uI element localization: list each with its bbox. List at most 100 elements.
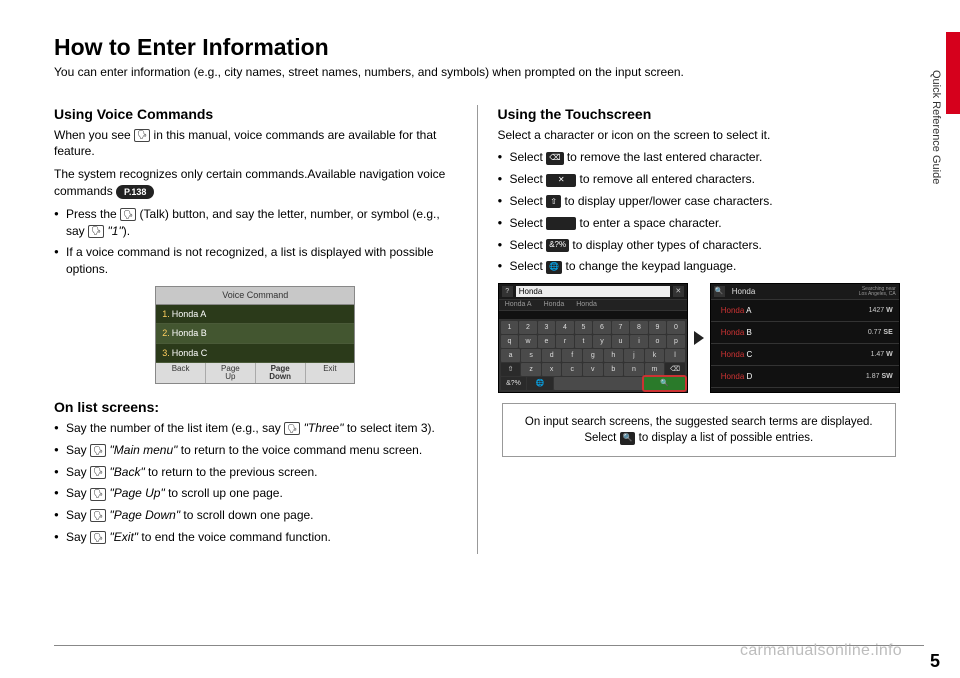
talk-icon: 🗣 [90,444,106,457]
talk-icon: 🗣 [284,422,300,435]
kb-key: x [542,363,562,376]
kb-key: v [583,363,603,376]
suggestion: Honda [544,300,565,310]
kb-key: a [501,349,521,362]
symbols-icon: &?% [546,239,569,252]
vc-row: 1.Honda A [156,305,354,325]
list-bullet-6: Say 🗣 "Exit" to end the voice command fu… [54,529,457,546]
results-screenshot: 🔍 Honda Searching near Los Angeles, CA H… [710,283,900,393]
location-label: Searching near Los Angeles, CA [859,287,896,297]
talk-icon: 🗣 [120,208,136,221]
suggestion: Honda A [505,300,532,310]
touch-bullet-5: Select &?% to display other types of cha… [498,237,901,254]
talk-icon: 🗣 [88,225,104,238]
kb-key: s [521,349,541,362]
voice-bullet-2: If a voice command is not recognized, a … [54,244,457,278]
right-column: Using the Touchscreen Select a character… [478,105,901,554]
touch-bullet-4: Select to enter a space character. [498,215,901,232]
vc-title: Voice Command [156,287,354,305]
keyboard-screenshot: ? Honda ✕ Honda A Honda Honda 1234567890… [498,283,688,393]
kb-key: e [538,335,556,348]
kb-key: 4 [556,321,574,334]
search-value: Honda [728,286,856,297]
page-intro: You can enter information (e.g., city na… [54,65,900,79]
space-icon [546,217,576,230]
vc-foot-back: Back [156,363,206,383]
kb-key: h [604,349,624,362]
voice-para2: The system recognizes only certain comma… [54,166,457,200]
result-row: Honda C1.47 W [711,344,899,366]
vc-row: 3.Honda C [156,344,354,364]
voice-bullet-1: Press the 🗣 (Talk) button, and say the l… [54,206,457,240]
page-ref-icon: P.138 [116,185,154,200]
voice-command-screenshot: Voice Command 1.Honda A 2.Honda B 3.Hond… [155,286,355,384]
touch-bullet-3: Select ⇧ to display upper/lower case cha… [498,193,901,210]
kb-key: r [556,335,574,348]
kb-key: l [665,349,685,362]
kb-key: 🌐 [527,377,553,390]
search-input: Honda [516,286,670,297]
kb-key: c [562,363,582,376]
kb-key: 5 [575,321,593,334]
shift-icon: ⇧ [546,195,561,208]
heading-list: On list screens: [54,398,457,418]
kb-key: ⇧ [501,363,521,376]
watermark: carmanualsonline.info [740,642,902,660]
side-red-tab [946,32,960,114]
kb-key: 3 [538,321,556,334]
keyboard: 1234567890 qwertyuiop asdfghjkl ⇧zxcvbnm… [499,319,687,392]
result-row: Honda B0.77 SE [711,322,899,344]
list-bullet-5: Say 🗣 "Page Down" to scroll down one pag… [54,507,457,524]
kb-key: j [624,349,644,362]
kb-key: 6 [593,321,611,334]
voice-para1: When you see 🗣 in this manual, voice com… [54,127,457,161]
kb-key: i [630,335,648,348]
page-title: How to Enter Information [54,34,900,61]
kb-key [554,377,643,390]
heading-voice: Using Voice Commands [54,105,457,125]
globe-icon: 🌐 [546,261,562,274]
kb-search-key: 🔍 [644,377,685,390]
kb-key: o [649,335,667,348]
kb-key: t [575,335,593,348]
touch-bullet-6: Select 🌐 to change the keypad language. [498,258,901,275]
talk-icon: 🗣 [90,531,106,544]
kb-key: 2 [519,321,537,334]
touch-para1: Select a character or icon on the screen… [498,127,901,144]
kb-key: f [562,349,582,362]
talk-icon: 🗣 [90,466,106,479]
arrow-icon [694,331,704,345]
list-bullet-3: Say 🗣 "Back" to return to the previous s… [54,464,457,481]
talk-icon: 🗣 [90,509,106,522]
result-row: Honda A1427 W [711,300,899,322]
search-icon: 🔍 [714,286,725,297]
vc-foot-exit: Exit [306,363,355,383]
vc-row: 2.Honda B [156,324,354,344]
kb-key: y [593,335,611,348]
kb-key: 0 [667,321,685,334]
kb-key: 1 [501,321,519,334]
suggestion: Honda [576,300,597,310]
list-bullet-4: Say 🗣 "Page Up" to scroll up one page. [54,485,457,502]
heading-touch: Using the Touchscreen [498,105,901,125]
kb-key: w [519,335,537,348]
kb-key: k [645,349,665,362]
touch-bullet-1: Select ⌫ to remove the last entered char… [498,149,901,166]
side-tab-label: Quick Reference Guide [930,70,942,184]
kb-key: d [542,349,562,362]
clear-icon: ✕ [546,174,576,187]
touch-bullet-2: Select ✕ to remove all entered character… [498,171,901,188]
kb-key: q [501,335,519,348]
kb-key: 9 [649,321,667,334]
vc-foot-down: Page Down [256,363,306,383]
back-icon: ? [502,286,513,297]
kb-key: m [645,363,665,376]
search-icon: 🔍 [620,432,636,445]
talk-icon: 🗣 [134,129,150,142]
kb-key: 8 [630,321,648,334]
kb-key: z [521,363,541,376]
kb-key: ⌫ [665,363,685,376]
vc-foot-up: Page Up [206,363,256,383]
kb-key: n [624,363,644,376]
list-bullet-2: Say 🗣 "Main menu" to return to the voice… [54,442,457,459]
